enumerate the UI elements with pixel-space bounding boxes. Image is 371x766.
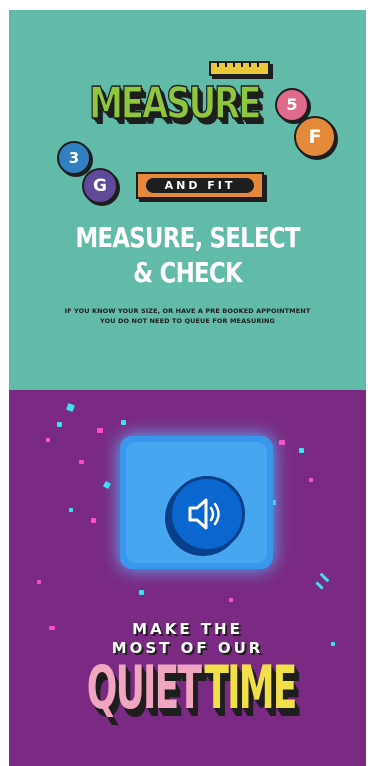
intro-line-1: MAKE THE (132, 620, 243, 638)
confetti (69, 508, 73, 512)
confetti (309, 478, 313, 482)
quiet-word: QUIET (87, 653, 202, 723)
confetti (66, 403, 75, 412)
confetti (315, 581, 324, 590)
logo-measure-word: MEASURE (88, 78, 262, 129)
confetti (46, 438, 50, 442)
confetti (229, 598, 233, 602)
measure-and-fit-banner[interactable]: MEASURE AND FIT 3 G 5 F MEASURE, SELECT … (9, 10, 366, 390)
size-ball-f: F (294, 116, 336, 158)
sound-toggle-button[interactable] (169, 476, 245, 552)
confetti (57, 422, 62, 427)
size-ball-5: 5 (275, 88, 309, 122)
confetti (91, 518, 96, 523)
queue-note: IF YOU KNOW YOUR SIZE, OR HAVE A PRE BOO… (9, 306, 366, 326)
confetti (121, 420, 126, 425)
and-fit-label: AND FIT (146, 178, 254, 193)
queue-note-line-1: IF YOU KNOW YOUR SIZE, OR HAVE A PRE BOO… (64, 307, 311, 315)
ruler-icon (209, 61, 270, 76)
headline: MEASURE, SELECT & CHECK (9, 220, 366, 290)
queue-note-line-2: YOU DO NOT NEED TO QUEUE FOR MEASURING (100, 317, 275, 325)
confetti (299, 448, 304, 453)
promo-panel: MEASURE AND FIT 3 G 5 F MEASURE, SELECT … (9, 10, 366, 766)
confetti (79, 460, 84, 464)
confetti (97, 428, 103, 433)
confetti (279, 440, 285, 445)
quiet-time-title: QUIET TIME (9, 658, 366, 718)
quiet-time-banner[interactable]: MAKE THE MOST OF OUR QUIET TIME (9, 390, 366, 766)
confetti (139, 590, 144, 595)
size-ball-g: G (82, 168, 118, 204)
logo-and-fit-tag: AND FIT (136, 172, 264, 199)
time-word: TIME (203, 653, 297, 723)
headline-line-1: MEASURE, SELECT (75, 221, 300, 254)
confetti (319, 572, 330, 583)
headline-line-2: & CHECK (133, 256, 242, 289)
confetti (37, 580, 41, 584)
confetti (102, 480, 112, 490)
